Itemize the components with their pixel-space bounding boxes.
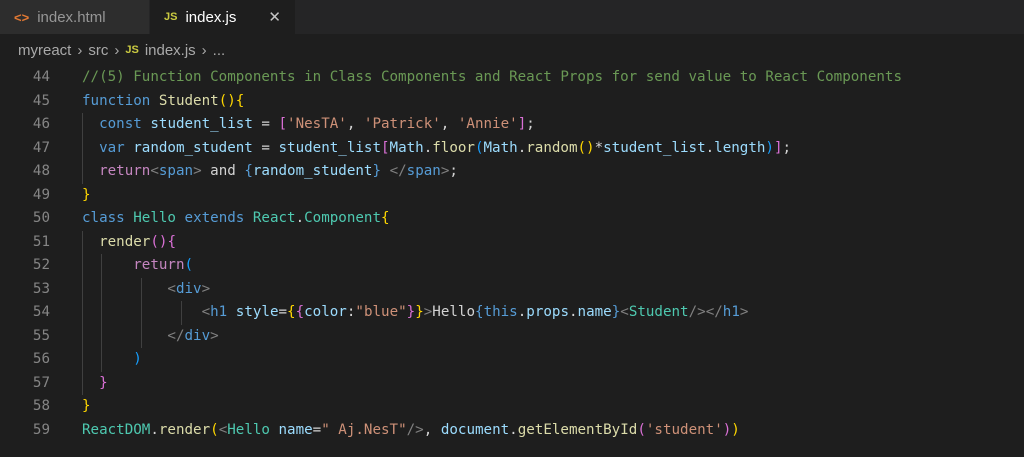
tab-label: index.js (185, 8, 237, 26)
close-icon[interactable]: ✕ (268, 8, 281, 26)
tab-index-html[interactable]: <> index.html (0, 0, 150, 34)
line-number: 51 (32, 233, 50, 250)
js-file-icon: JS (164, 11, 178, 23)
code-editor[interactable]: 44 //(5) Function Components in Class Co… (0, 66, 1024, 442)
breadcrumb: myreact › src › JS index.js › ... (0, 34, 1024, 66)
line-number: 45 (32, 92, 50, 109)
line-number: 46 (32, 116, 50, 132)
tab-bar: <> index.html JS index.js ✕ (0, 0, 1024, 34)
line-number: 59 (32, 421, 50, 438)
code-line: 54 <h1 style={{color:"blue"}}>Hello{this… (0, 301, 1024, 325)
chevron-right-icon: › (77, 41, 83, 59)
code-line: 49 } (0, 184, 1024, 208)
line-number: 54 (32, 304, 50, 320)
breadcrumb-item-src[interactable]: src (88, 42, 108, 59)
line-number: 48 (32, 163, 50, 179)
js-file-icon: JS (125, 44, 139, 56)
code-comment: //(5) Function Components in Class Compo… (82, 69, 902, 85)
line-number: 57 (32, 374, 50, 391)
line-number: 44 (32, 69, 50, 85)
code-line: 44 //(5) Function Components in Class Co… (0, 66, 1024, 90)
code-line: 53 <div> (0, 277, 1024, 301)
code-line: 58 } (0, 395, 1024, 419)
code-line: 46 const student_list = ['NesTA', 'Patri… (0, 113, 1024, 137)
code-line: 47 var random_student = student_list[Mat… (0, 136, 1024, 160)
tab-label: index.html (37, 8, 106, 26)
line-number: 47 (32, 139, 50, 156)
tab-index-js[interactable]: JS index.js ✕ (150, 0, 296, 34)
code-line: 55 </div> (0, 324, 1024, 348)
line-number: 58 (32, 398, 50, 414)
code-line: 48 return<span> and {random_student} </s… (0, 160, 1024, 184)
code-line: 50 class Hello extends React.Component{ (0, 207, 1024, 231)
code-line: 45 function Student(){ (0, 90, 1024, 114)
line-number: 53 (32, 280, 50, 297)
code-line: 56 ) (0, 348, 1024, 372)
code-line: 57 } (0, 371, 1024, 395)
line-number: 56 (32, 351, 50, 367)
breadcrumb-item-myreact[interactable]: myreact (18, 42, 71, 59)
code-line: 59 ReactDOM.render(<Hello name=" Aj.NesT… (0, 419, 1024, 443)
line-number: 49 (32, 186, 50, 203)
breadcrumb-item-symbols[interactable]: ... (213, 42, 226, 59)
line-number: 55 (32, 327, 50, 344)
breadcrumb-item-file[interactable]: index.js (145, 42, 196, 59)
line-number: 52 (32, 257, 50, 273)
line-number: 50 (32, 210, 50, 226)
html-file-icon: <> (14, 9, 30, 25)
code-line: 52 return( (0, 254, 1024, 278)
code-line: 51 render(){ (0, 230, 1024, 254)
chevron-right-icon: › (201, 41, 207, 59)
chevron-right-icon: › (114, 41, 120, 59)
